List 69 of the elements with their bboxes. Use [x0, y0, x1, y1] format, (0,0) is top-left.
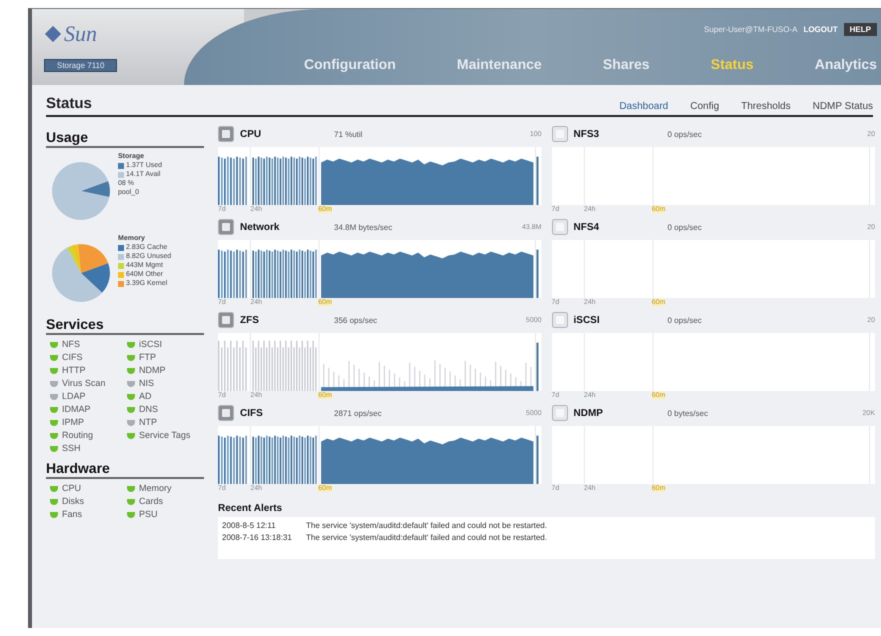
hardware-link[interactable]: Memory	[139, 483, 191, 494]
help-button[interactable]: HELP	[844, 23, 877, 36]
page-title: Status	[46, 95, 92, 112]
square-icon	[552, 312, 568, 328]
product-badge: Storage 7110	[44, 59, 118, 72]
metric-title[interactable]: iSCSI	[574, 314, 662, 326]
section-title: Services	[46, 316, 204, 335]
current-value-bar	[536, 156, 538, 205]
metric-title[interactable]: ZFS	[240, 314, 328, 326]
square-icon	[218, 405, 234, 421]
current-value-bar	[536, 250, 538, 298]
current-value-bar	[536, 436, 538, 484]
hardware-link[interactable]: PSU	[139, 509, 191, 520]
sub-tab[interactable]: Thresholds	[741, 101, 791, 112]
metric-reading: 0 ops/sec	[668, 130, 703, 138]
service-link[interactable]: IDMAP	[62, 404, 114, 415]
metric-reading: 0 ops/sec	[668, 316, 703, 324]
metric-title[interactable]: CIFS	[240, 408, 328, 418]
service-link[interactable]: AD	[139, 391, 191, 402]
metric-reading: 356 ops/sec	[334, 316, 378, 324]
service-link[interactable]: LDAP	[62, 391, 114, 402]
alert-message: The service 'system/auditd:default' failed and could not be restarted.	[306, 532, 547, 544]
section-title: Hardware	[46, 460, 204, 479]
metric-title[interactable]: Network	[240, 222, 328, 232]
square-icon	[218, 126, 234, 142]
square-icon	[552, 126, 568, 142]
metric-reading: 71 %util	[334, 130, 364, 138]
service-link[interactable]: SSH	[62, 443, 114, 454]
sub-tab[interactable]: Config	[690, 101, 720, 112]
alert-message: The service 'system/auditd:default' failed and could not be restarted.	[306, 520, 547, 532]
square-icon	[218, 312, 234, 328]
service-link[interactable]: CIFS	[62, 352, 114, 363]
current-value-bar	[536, 342, 538, 391]
user-name: Super-User@TM-FUSO-A	[704, 25, 798, 34]
service-link[interactable]: IPMP	[62, 417, 114, 428]
service-link[interactable]: DNS	[139, 404, 191, 415]
alert-time: 2008-8-5 12:11	[222, 520, 277, 532]
service-link[interactable]: Routing	[62, 430, 114, 441]
square-icon	[552, 405, 568, 421]
service-link[interactable]: HTTP	[62, 365, 114, 376]
metric-title[interactable]: NDMP	[574, 408, 662, 418]
metric-title[interactable]: NFS4	[574, 222, 662, 232]
service-link[interactable]: iSCSI	[139, 339, 191, 350]
service-link[interactable]: NDMP	[139, 365, 191, 376]
alerts-title: Recent Alerts	[218, 503, 284, 514]
metric-title[interactable]: NFS3	[574, 128, 662, 140]
sub-tab[interactable]: Dashboard	[619, 101, 668, 112]
square-icon	[552, 219, 568, 235]
section-title: Usage	[46, 129, 204, 148]
hardware-link[interactable]: Disks	[62, 496, 114, 507]
sub-tab[interactable]: NDMP Status	[812, 101, 873, 112]
hardware-link[interactable]: Fans	[62, 509, 114, 520]
alert-time: 2008-7-16 13:18:31	[222, 532, 293, 544]
hardware-link[interactable]: CPU	[62, 483, 114, 494]
logo-text: Sun	[64, 21, 97, 47]
metric-reading: 0 ops/sec	[668, 222, 703, 232]
service-link[interactable]: Service Tags	[139, 430, 191, 441]
metric-reading: 2871 ops/sec	[334, 408, 383, 418]
metric-reading: 34.8M bytes/sec	[334, 222, 394, 232]
service-link[interactable]: NTP	[139, 417, 191, 428]
metric-title[interactable]: CPU	[240, 128, 328, 140]
service-link[interactable]: Virus Scan	[62, 378, 114, 389]
service-link[interactable]: NFS	[62, 339, 114, 350]
service-link[interactable]: NIS	[139, 378, 191, 389]
diamond-logo-icon	[44, 25, 62, 43]
hardware-link[interactable]: Cards	[139, 496, 191, 507]
service-link[interactable]: FTP	[139, 352, 191, 363]
square-icon	[218, 219, 234, 235]
metric-reading: 0 bytes/sec	[668, 408, 709, 418]
